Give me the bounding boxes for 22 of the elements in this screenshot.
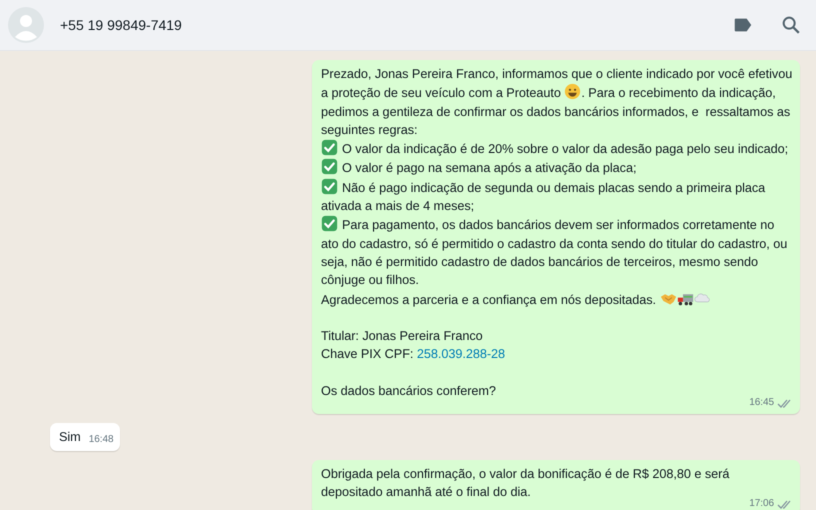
message-text: Os dados bancários conferem? (321, 383, 497, 400)
message-text: Titular: Jonas Pereira Franco (321, 328, 484, 346)
checkmark-icon (321, 178, 338, 195)
message-time: 17:06 (749, 497, 774, 510)
message-text: Chave PIX CPF: 258.039.288-28 (321, 346, 506, 364)
message-text: Obrigada pela confirmação, o valor da bonificação é de R$ 208,80 e será depositado amanhã até o final do dia. (321, 466, 730, 501)
checkmark-icon (321, 158, 338, 176)
cpf-link[interactable]: 258.039.288-28 (416, 347, 506, 362)
message-text: Prezado, Jonas Pereira Franco, informamos que o cliente indicado por você efetivou a proteção de seu veículo com a Proteauto . Para o recebimento da indicação, pedimos a gentileza de confirmar os dados bancários informados, e ressaltamos as seguintes regras: (321, 66, 793, 139)
checkmark-icon (321, 215, 338, 232)
message-text: Sim (59, 429, 81, 446)
message-text: Não é pago indicação de segunda ou demais placas sendo a primeira placa ativada a mais de 4 meses; (321, 178, 793, 216)
checkmark-icon (321, 139, 338, 156)
smiley-icon (564, 83, 582, 100)
search-icon[interactable] (780, 14, 802, 36)
message-text: Para pagamento, os dados bancários devem ser informados corretamente no ato do cadastro, só é permitido o cadastro da conta sendo do titular do cadastro, ou seja, não é permitido cadastro de dados bancários de terceiros, mesmo sendo cônjuge ou filhos. (321, 215, 793, 290)
message-text: O valor é pago na semana após a ativação da placa; (321, 158, 793, 178)
message-text: Agradecemos a parceria e a confiança em nós depositadas. (321, 290, 793, 309)
message-text: O valor da indicação é de 20% sobre o valor da adesão paga pelo seu indicado; (321, 139, 793, 158)
message-time: 16:48 (88, 432, 114, 447)
message-time: 16:45 (749, 396, 774, 410)
contact-name[interactable]: +55 19 99849-7419 (60, 17, 706, 33)
